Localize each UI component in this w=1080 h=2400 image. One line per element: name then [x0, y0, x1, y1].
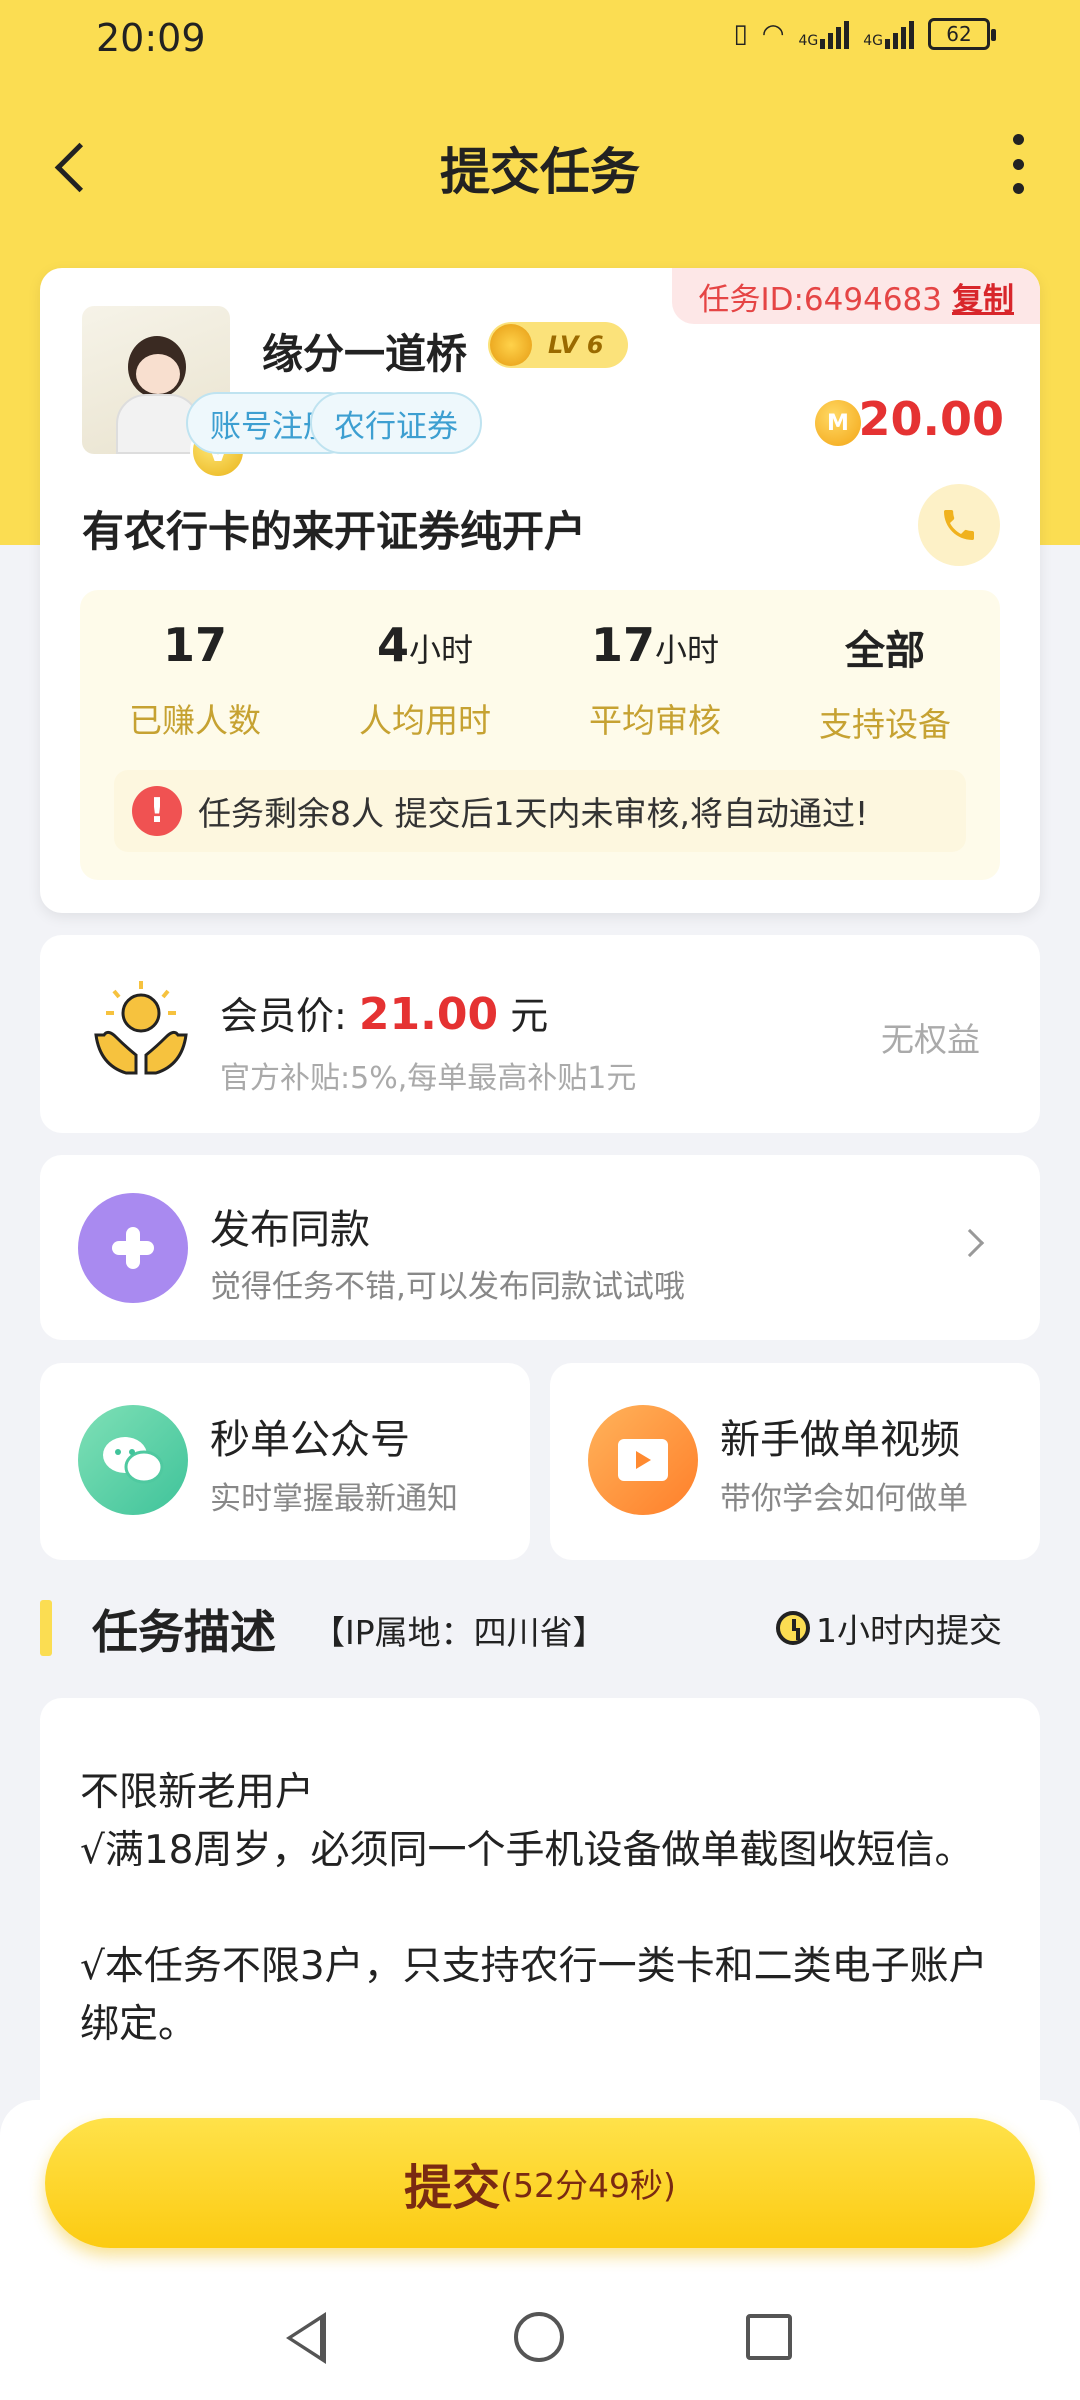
plus-icon — [78, 1193, 188, 1303]
phone-icon — [944, 510, 974, 540]
member-label-text: 会员价: — [220, 994, 347, 1038]
tag-abc-securities: 农行证券 — [310, 392, 482, 454]
task-stats-panel: 17 已赚人数 4小时 人均用时 17小时 平均审核 全部 支持设备 ! 任务剩… — [80, 590, 1000, 880]
reward-amount: 20.00 — [858, 392, 1004, 446]
deadline-text: 1小时内提交 — [816, 1611, 1002, 1650]
submit-deadline: 1小时内提交 — [776, 1604, 1002, 1652]
warning-icon: ! — [132, 786, 182, 836]
stat-unit: 小时 — [655, 631, 720, 669]
submit-button[interactable]: 提交 (52分49秒) — [45, 2118, 1035, 2248]
publish-same-card[interactable]: 发布同款 觉得任务不错,可以发布同款试试哦 — [40, 1155, 1040, 1340]
description-line: 不限新老用户 — [80, 1770, 315, 1815]
stat-earned-count: 17 已赚人数 — [80, 618, 310, 742]
stat-label: 人均用时 — [359, 701, 491, 740]
copy-task-id-link[interactable]: 复制 — [952, 274, 1014, 319]
app-header: 提交任务 — [0, 120, 1080, 210]
tutorial-video-title: 新手做单视频 — [720, 1417, 960, 1463]
level-badge: LV 6 — [488, 322, 628, 368]
stat-value: 17 — [590, 618, 655, 672]
member-price-label: 会员价: 21.00 元 — [220, 985, 548, 1040]
notice-text: 任务剩余8人 提交后1天内未审核,将自动通过! — [198, 794, 869, 833]
section-accent-bar — [40, 1600, 52, 1656]
stat-value: 4 — [376, 618, 409, 672]
stat-unit: 小时 — [409, 631, 474, 669]
description-line — [80, 1880, 1000, 1938]
official-account-title: 秒单公众号 — [210, 1417, 410, 1463]
member-price-value: 21.00 — [358, 989, 499, 1040]
official-account-card[interactable]: 秒单公众号 实时掌握最新通知 — [40, 1363, 530, 1560]
system-navigation-bar — [0, 2300, 1080, 2380]
description-text: 不限新老用户 √满18周岁，必须同一个手机设备做单截图收短信。 √本任务不限3户… — [80, 1764, 1000, 2054]
stat-value: 17 — [162, 618, 227, 672]
task-title: 有农行卡的来开证券纯开户 — [82, 507, 587, 556]
battery-icon: 62 — [928, 18, 996, 50]
member-price-card[interactable]: 会员价: 21.00 元 官方补贴:5%,每单最高补贴1元 无权益 — [40, 935, 1040, 1133]
wechat-icon — [78, 1405, 188, 1515]
page-title: 提交任务 — [440, 143, 640, 201]
status-icons: ▯ ◠ 4G 4G 62 — [733, 18, 996, 50]
medal-icon — [490, 324, 532, 366]
member-benefit-status: 无权益 — [881, 1020, 980, 1059]
stat-label: 支持设备 — [819, 705, 951, 744]
vibrate-icon: ▯ — [733, 19, 748, 49]
stat-devices: 全部 支持设备 — [770, 618, 1000, 746]
publish-subtitle: 觉得任务不错,可以发布同款试试哦 — [210, 1269, 685, 1305]
member-price-unit: 元 — [510, 994, 549, 1038]
stat-avg-time: 4小时 人均用时 — [310, 618, 540, 742]
description-line: √满18周岁，必须同一个手机设备做单截图收短信。 — [80, 1828, 974, 1873]
battery-level: 62 — [946, 22, 972, 46]
publisher-name: 缘分一道桥 — [262, 330, 467, 378]
task-info-card: 任务ID:6494683 复制 V 缘分一道桥 LV 6 账号注册 农行证券 M… — [40, 268, 1040, 913]
more-options-button[interactable] — [1006, 134, 1030, 194]
tutorial-video-subtitle: 带你学会如何做单 — [720, 1481, 968, 1517]
coin-mark: M — [827, 410, 849, 436]
task-id-text: 任务ID:6494683 — [698, 281, 942, 318]
stat-label: 平均审核 — [589, 701, 721, 740]
submit-countdown: (52分49秒) — [500, 2166, 676, 2205]
member-subsidy-note: 官方补贴:5%,每单最高补贴1元 — [220, 1061, 637, 1096]
official-account-subtitle: 实时掌握最新通知 — [210, 1481, 458, 1517]
level-text: LV 6 — [548, 331, 604, 359]
status-bar: 20:09 ▯ ◠ 4G 4G 62 — [0, 0, 1080, 80]
nav-back-icon[interactable] — [286, 2312, 326, 2364]
signal-icon-2: 4G — [863, 19, 914, 49]
submit-label: 提交 — [404, 2160, 501, 2216]
nav-home-icon[interactable] — [514, 2312, 564, 2362]
warning-mark: ! — [149, 791, 165, 831]
description-line: √本任务不限3户，只支持农行一类卡和二类电子账户绑定。 — [80, 1944, 988, 2047]
video-icon — [588, 1405, 698, 1515]
task-notice: ! 任务剩余8人 提交后1天内未审核,将自动通过! — [114, 770, 966, 852]
publish-title: 发布同款 — [210, 1207, 370, 1253]
nav-recent-apps-icon[interactable] — [746, 2314, 792, 2360]
signal-icon-1: 4G — [798, 19, 850, 49]
network-type-2: 4G — [863, 33, 883, 49]
chevron-right-icon — [955, 1228, 985, 1258]
network-type-1: 4G — [798, 33, 819, 49]
tutorial-video-card[interactable]: 新手做单视频 带你学会如何做单 — [550, 1363, 1040, 1560]
stat-label: 已赚人数 — [129, 701, 261, 740]
phone-call-button[interactable] — [918, 484, 1000, 566]
stat-avg-review: 17小时 平均审核 — [540, 618, 770, 742]
wifi-icon: ◠ — [761, 19, 785, 49]
hands-coin-icon — [94, 981, 188, 1075]
ip-location: 【IP属地：四川省】 — [312, 1613, 606, 1652]
description-heading: 任务描述 — [92, 1605, 276, 1659]
status-time: 20:09 — [96, 16, 206, 60]
coin-icon: M — [815, 400, 861, 446]
task-id-badge: 任务ID:6494683 复制 — [672, 268, 1040, 324]
clock-icon — [776, 1611, 810, 1645]
stat-value: 全部 — [845, 628, 925, 674]
